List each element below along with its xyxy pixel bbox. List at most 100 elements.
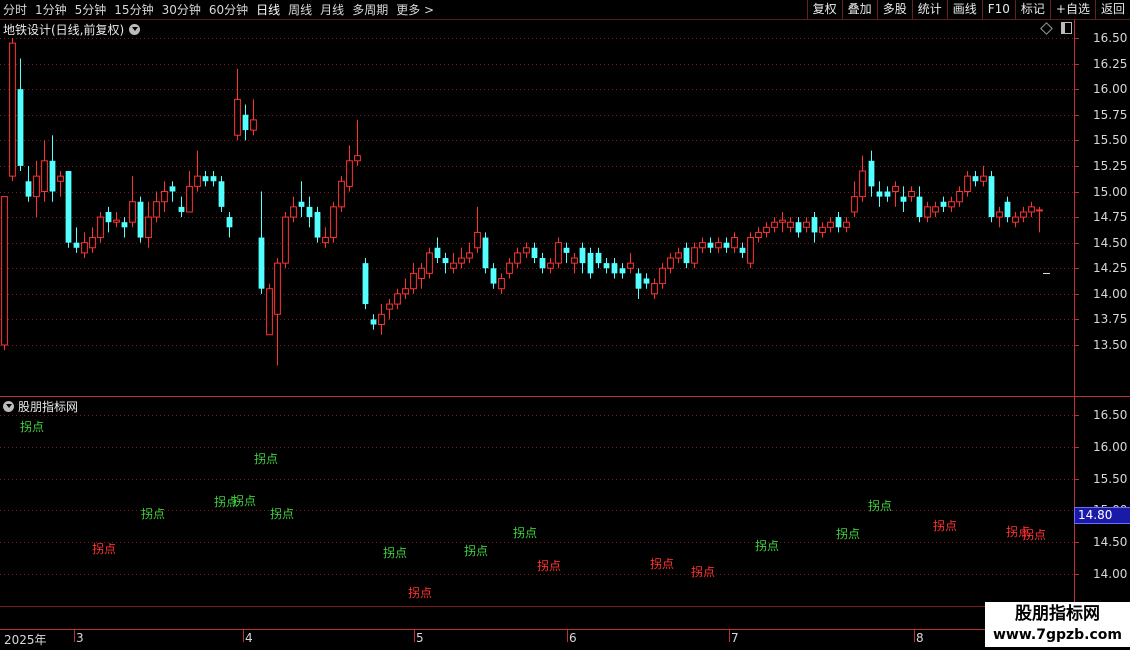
candle-body (9, 42, 16, 177)
date-tick (243, 630, 244, 642)
main-axis-label: 15.50 (1093, 133, 1128, 148)
candle-body (603, 263, 610, 269)
watermark-logo: 股朋指标网 www.7gpzb.com (985, 602, 1130, 647)
candle-body (851, 196, 858, 213)
candle-body (474, 231, 481, 249)
candle-body (129, 201, 136, 223)
candle-body (611, 263, 618, 274)
sub-axis-label: 16.00 (1093, 439, 1128, 454)
candle-body (1020, 211, 1027, 218)
candle-body (1036, 209, 1043, 212)
turning-point-green: 拐点 (868, 499, 893, 513)
candle-body (17, 89, 24, 166)
candle-body (330, 206, 337, 239)
candle-body (242, 114, 249, 131)
candle-body (306, 206, 313, 218)
date-tick (414, 630, 415, 642)
main-axis-label: 16.00 (1093, 82, 1128, 97)
candle-body (988, 176, 995, 218)
turning-point-green: 拐点 (232, 494, 257, 508)
candle-body (523, 247, 530, 254)
candle-body (884, 191, 891, 197)
candle-body (531, 247, 538, 259)
candle-body (843, 221, 850, 228)
date-label: 8 (916, 631, 924, 645)
candle-body (980, 175, 987, 182)
candlesticks (1, 38, 1050, 366)
candle-body (33, 175, 40, 198)
candle-body (563, 247, 570, 253)
date-tick (914, 630, 915, 642)
candle-body (41, 160, 48, 193)
candle-body (290, 206, 297, 218)
candle-body (1028, 206, 1035, 213)
candle-body (137, 201, 144, 238)
candle-body (250, 119, 257, 131)
candle-body (675, 252, 682, 259)
candle-body (1, 196, 8, 346)
candle-body (731, 237, 738, 249)
candle-body (434, 247, 441, 259)
candle-body (490, 268, 497, 284)
candle-body (25, 181, 32, 197)
candle-body (900, 196, 907, 202)
turning-point-green: 拐点 (464, 544, 489, 558)
main-axis-label: 14.00 (1093, 286, 1128, 301)
candle-body (956, 191, 963, 203)
chevron-down-icon[interactable] (3, 401, 14, 412)
candle-body (587, 252, 594, 274)
candle-body (370, 319, 377, 325)
main-axis-label: 14.25 (1093, 261, 1128, 276)
candle-body (458, 257, 465, 264)
candle-body (715, 242, 722, 249)
watermark-title: 股朋指标网 (1015, 604, 1100, 624)
grid-lines (0, 38, 1079, 575)
main-axis-label: 16.25 (1093, 56, 1128, 71)
candle-body (298, 201, 305, 207)
candle-body (547, 262, 554, 269)
turning-point-green: 拐点 (383, 546, 408, 560)
main-axis-label: 14.75 (1093, 210, 1128, 225)
candle-body (105, 211, 112, 223)
candle-body (699, 242, 706, 249)
candle-body (795, 222, 802, 233)
candle-body (282, 216, 289, 264)
candle-body (595, 252, 602, 264)
candle-body (803, 221, 810, 228)
candle-body (514, 252, 521, 264)
candle-body (73, 242, 80, 248)
candle-body (362, 263, 369, 305)
candle-body (49, 160, 56, 192)
main-axis-label: 15.75 (1093, 107, 1128, 122)
candle-body (579, 247, 586, 264)
candle-body (506, 262, 513, 274)
date-label: 5 (416, 631, 424, 645)
candle-body (386, 303, 393, 310)
kline-chart[interactable] (0, 0, 1130, 650)
date-label: 6 (569, 631, 577, 645)
candle-body (378, 313, 385, 326)
candle-body (121, 222, 128, 228)
candle-body (643, 278, 650, 284)
date-label: 4 (245, 631, 253, 645)
turning-point-red: 拐点 (691, 565, 716, 579)
date-label: 2025年 (4, 633, 47, 647)
candle-body (932, 206, 939, 213)
turning-point-green: 拐点 (836, 527, 861, 541)
candle-body (835, 217, 842, 228)
candle-body (1004, 201, 1011, 218)
turning-point-green: 拐点 (755, 539, 780, 553)
candle-body (948, 201, 955, 208)
turning-point-green: 拐点 (270, 507, 295, 521)
turning-point-red: 拐点 (650, 557, 675, 571)
sub-axis-label: 14.00 (1093, 567, 1128, 581)
candle-body (827, 221, 834, 228)
current-value-badge: 14.80 (1074, 507, 1130, 524)
candle-body (145, 216, 152, 239)
candle-body (194, 175, 201, 187)
turning-point-green: 拐点 (141, 507, 166, 521)
main-axis-label: 14.50 (1093, 235, 1128, 250)
candle-body (57, 175, 64, 182)
candle-body (859, 170, 866, 198)
turning-point-red: 拐点 (1022, 528, 1047, 542)
